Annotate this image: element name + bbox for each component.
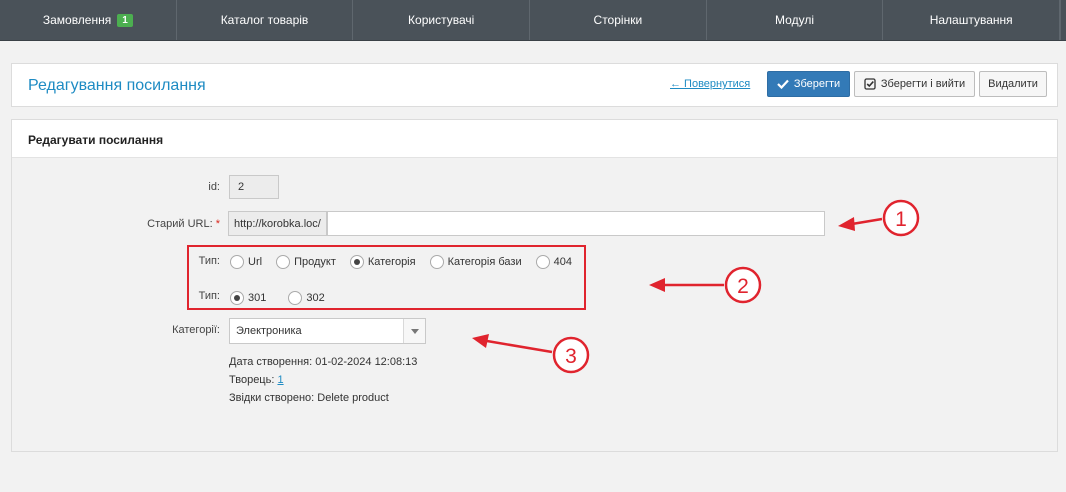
radio-label: Категорія bbox=[367, 256, 416, 268]
nav-item-label: Замовлення bbox=[42, 13, 112, 27]
type-radio-group: Url Продукт Категорія Категорія бази 404 bbox=[230, 255, 586, 269]
type-radio-category[interactable]: Категорія bbox=[349, 255, 416, 269]
radio-label: 301 bbox=[248, 292, 267, 304]
type-radio-url[interactable]: Url bbox=[230, 255, 262, 269]
nav-item-label: Модулі bbox=[775, 13, 814, 27]
creator-label: Творець: bbox=[229, 374, 275, 386]
created-date: Дата створення: 01-02-2024 12:08:13 bbox=[229, 356, 418, 368]
type-label: Тип: bbox=[198, 255, 220, 267]
category-select[interactable]: Электроника bbox=[229, 318, 426, 344]
page-title: Редагування посилання bbox=[28, 77, 206, 94]
section-title: Редагувати посилання bbox=[12, 120, 1057, 158]
save-button[interactable]: Зберегти bbox=[767, 71, 850, 97]
nav-item-label: Сторінки bbox=[593, 13, 643, 27]
radio-circle bbox=[288, 291, 303, 305]
orders-count-badge: 1 bbox=[117, 13, 133, 27]
redirect-type-label: Тип: bbox=[198, 290, 220, 302]
delete-button-label: Видалити bbox=[988, 78, 1038, 90]
nav-item-users[interactable]: Користувачі bbox=[353, 0, 531, 40]
nav-item-label: Користувачі bbox=[408, 13, 475, 27]
nav-item-catalog[interactable]: Каталог товарів bbox=[177, 0, 354, 40]
radio-circle bbox=[276, 255, 291, 269]
nav-item-label: Каталог товарів bbox=[220, 13, 309, 27]
redirect-radio-302[interactable]: 302 bbox=[288, 291, 325, 305]
type-radio-404[interactable]: 404 bbox=[535, 255, 572, 269]
save-button-label: Зберегти bbox=[793, 78, 841, 90]
category-select-value: Электроника bbox=[236, 325, 302, 337]
save-exit-button[interactable]: Зберегти і вийти bbox=[854, 71, 975, 97]
redirect-radio-301[interactable]: 301 bbox=[230, 291, 266, 305]
nav-item-orders[interactable]: Замовлення 1 bbox=[0, 0, 177, 40]
radio-circle bbox=[230, 255, 244, 269]
creator-link[interactable]: 1 bbox=[277, 374, 283, 386]
radio-circle bbox=[429, 255, 444, 269]
type-radio-product[interactable]: Продукт bbox=[276, 255, 336, 269]
radio-label: Продукт bbox=[294, 256, 336, 268]
nav-item-label: Налаштування bbox=[929, 13, 1013, 27]
nav-edge bbox=[1060, 0, 1066, 40]
type-radio-base-category[interactable]: Категорія бази bbox=[429, 255, 522, 269]
delete-button[interactable]: Видалити bbox=[979, 71, 1047, 97]
nav-item-pages[interactable]: Сторінки bbox=[530, 0, 707, 40]
nav-item-modules[interactable]: Модулі bbox=[707, 0, 884, 40]
required-mark: * bbox=[215, 218, 220, 230]
save-exit-button-label: Зберегти і вийти bbox=[880, 78, 966, 90]
back-link[interactable]: ← Повернутися bbox=[670, 78, 750, 90]
created-from: Звідки створено: Delete product bbox=[229, 392, 389, 404]
check-icon bbox=[777, 79, 789, 89]
nav-item-settings[interactable]: Налаштування bbox=[883, 0, 1061, 40]
radio-circle-checked bbox=[230, 291, 244, 305]
radio-label: 404 bbox=[553, 256, 572, 268]
radio-label: Категорія бази bbox=[447, 256, 522, 268]
redirect-radio-group: 301 302 bbox=[230, 291, 339, 305]
category-label: Категорії: bbox=[172, 324, 220, 336]
id-field: 2 bbox=[229, 175, 279, 199]
top-nav: Замовлення 1 Каталог товарів Користувачі… bbox=[0, 0, 1066, 41]
old-url-input[interactable] bbox=[327, 211, 825, 236]
id-label: id: bbox=[208, 181, 220, 193]
url-prefix: http://korobka.loc/ bbox=[228, 211, 327, 236]
radio-label: 302 bbox=[306, 292, 325, 304]
creator-line: Творець: 1 bbox=[229, 374, 284, 386]
radio-label: Url bbox=[248, 256, 263, 268]
radio-circle-checked bbox=[349, 255, 364, 269]
checkbox-check-icon bbox=[864, 78, 876, 90]
dropdown-arrow-icon bbox=[403, 319, 425, 343]
old-url-label-text: Старий URL: bbox=[147, 218, 213, 230]
radio-circle bbox=[535, 255, 550, 269]
page-header: Редагування посилання ← Повернутися Збер… bbox=[11, 63, 1058, 107]
old-url-label: Старий URL: * bbox=[100, 218, 220, 230]
